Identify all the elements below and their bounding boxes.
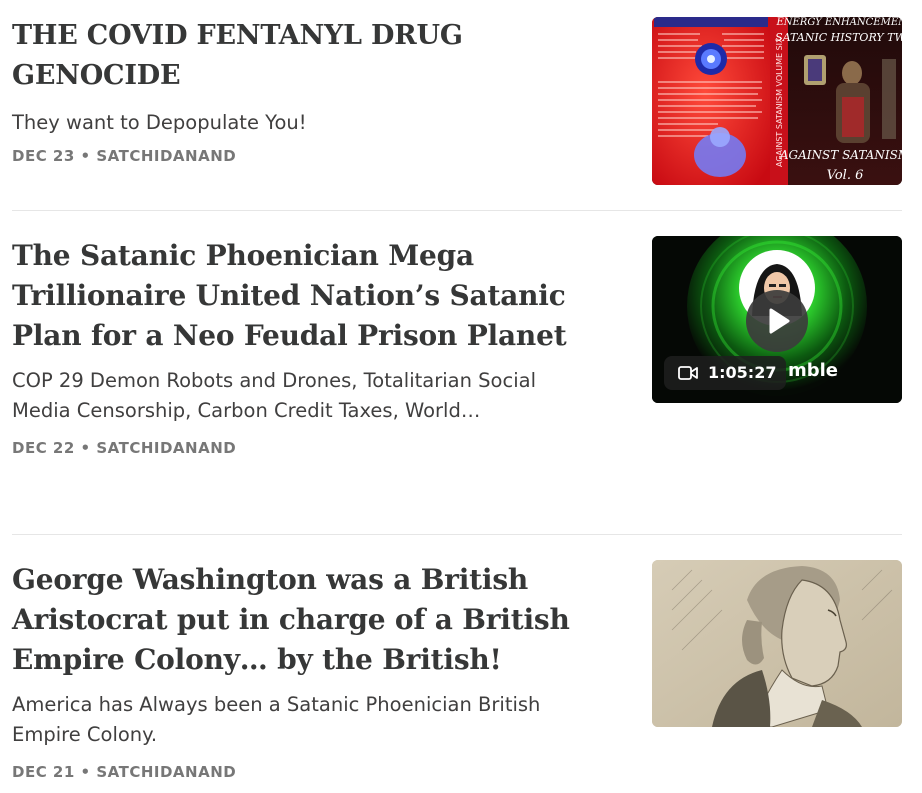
post-divider xyxy=(12,210,902,211)
post-date: DEC 22 xyxy=(12,439,75,457)
post-text: George Washington was a British Aristocr… xyxy=(12,560,612,782)
meta-separator: • xyxy=(74,147,97,165)
post-author[interactable]: SATCHIDANAND xyxy=(96,763,236,781)
play-button[interactable] xyxy=(746,290,808,352)
post-title[interactable]: The Satanic Phoenician Mega Trillionaire… xyxy=(12,236,612,356)
play-icon xyxy=(769,308,790,334)
post-author[interactable]: SATCHIDANAND xyxy=(96,439,236,457)
post-subtitle: America has Always been a Satanic Phoeni… xyxy=(12,693,541,746)
cover-footer-line1: AGAINST SATANISM xyxy=(779,148,902,162)
portrait-engraving-image xyxy=(652,560,902,727)
post-subtitle: They want to Depopulate You! xyxy=(12,111,307,134)
post-title[interactable]: THE COVID FENTANYL DRUG GENOCIDE xyxy=(12,16,612,96)
post-item[interactable]: THE COVID FENTANYL DRUG GENOCIDE They wa… xyxy=(12,16,902,191)
post-meta: DEC 22 • SATCHIDANAND xyxy=(12,438,612,458)
cover-header-line1: ENERGY ENHANCEMENT xyxy=(775,17,902,28)
video-duration-badge: 1:05:27 xyxy=(664,356,786,390)
post-title[interactable]: George Washington was a British Aristocr… xyxy=(12,560,572,680)
post-thumbnail-portrait[interactable] xyxy=(652,560,902,727)
post-text: The Satanic Phoenician Mega Trillionaire… xyxy=(12,236,612,458)
post-date: DEC 23 xyxy=(12,147,75,165)
post-date: DEC 21 xyxy=(12,763,75,781)
video-camera-icon xyxy=(678,366,698,380)
book-cover-image: AGAINST SATANISM VOLUME SIX ENERGY ENHAN… xyxy=(652,17,902,185)
post-divider xyxy=(12,534,902,535)
post-author[interactable]: SATCHIDANAND xyxy=(96,147,236,165)
video-brand-text: mble xyxy=(788,360,839,381)
post-thumbnail-video[interactable]: 1:05:27 mble xyxy=(652,236,902,403)
post-item[interactable]: The Satanic Phoenician Mega Trillionaire… xyxy=(12,236,902,476)
post-text: THE COVID FENTANYL DRUG GENOCIDE They wa… xyxy=(12,16,612,166)
cover-header-line2: SATANIC HISTORY TWO xyxy=(775,31,902,44)
post-meta: DEC 21 • SATCHIDANAND xyxy=(12,762,612,782)
meta-separator: • xyxy=(74,763,97,781)
post-item[interactable]: George Washington was a British Aristocr… xyxy=(12,560,902,790)
meta-separator: • xyxy=(74,439,97,457)
post-meta: DEC 23 • SATCHIDANAND xyxy=(12,146,612,166)
post-subtitle: COP 29 Demon Robots and Drones, Totalita… xyxy=(12,369,536,422)
video-duration: 1:05:27 xyxy=(708,363,777,382)
cover-footer-line2: Vol. 6 xyxy=(827,168,864,183)
post-thumbnail-book-cover[interactable]: AGAINST SATANISM VOLUME SIX ENERGY ENHAN… xyxy=(652,17,902,185)
